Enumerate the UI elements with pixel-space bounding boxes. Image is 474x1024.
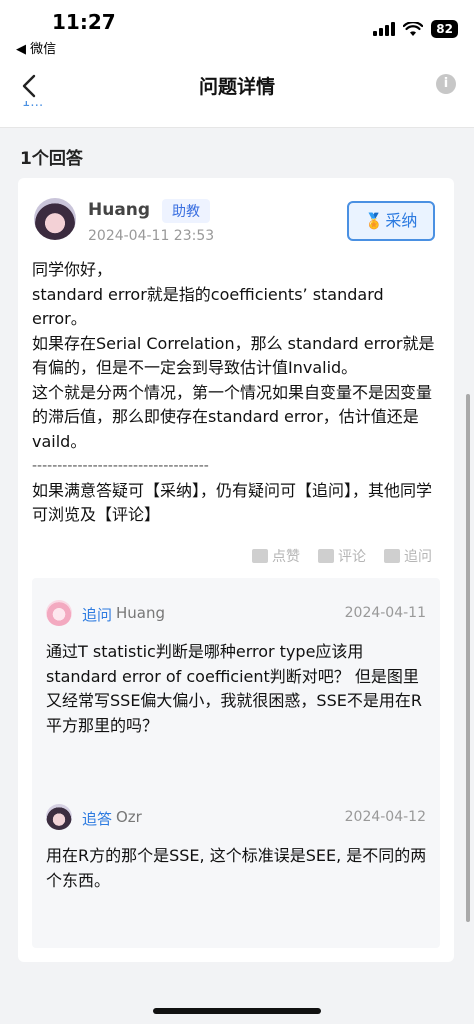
answer-card: Huang 助教 2024-04-11 23:53 🏅 采纳 同学你好， stan… xyxy=(18,178,454,962)
followup-button[interactable]: 追问 xyxy=(384,546,432,566)
avatar xyxy=(46,804,72,830)
comment-label: 评论 xyxy=(338,549,366,565)
answer-body: 同学你好， standard error就是指的coefficients’ st… xyxy=(32,258,442,528)
followup-author: Huang xyxy=(116,604,166,622)
role-badge: 助教 xyxy=(162,199,210,223)
accept-label: 采纳 xyxy=(385,211,418,230)
thumbs-up-icon xyxy=(252,549,268,563)
followup-text: 用在R方的那个是SSE, 这个标准误是SEE, 是不同的两个东西。 xyxy=(46,846,427,890)
followup-thread: 追问 Huang 2024-04-11 通过T statistic判断是哪种er… xyxy=(32,578,440,948)
followup-type: 追问 xyxy=(82,606,113,624)
scrollbar[interactable] xyxy=(466,394,470,922)
battery-indicator: 82 xyxy=(431,20,458,38)
answer-count: 1个回答 xyxy=(20,149,83,169)
scrolled-question-meta: 1… xyxy=(22,101,136,113)
followup-date: 2024-04-12 xyxy=(344,809,426,825)
answer-author[interactable]: Huang xyxy=(88,200,150,220)
medal-icon: 🏅 xyxy=(364,212,384,230)
home-indicator[interactable] xyxy=(153,1008,321,1014)
answer-paragraph: 这个就是分两个情况，第一个情况如果自变量不是因变量的滞后值，那么即使存在stan… xyxy=(32,382,433,451)
accept-answer-button[interactable]: 🏅 采纳 xyxy=(347,201,435,241)
answer-paragraph: standard error就是指的coefficients’ standard… xyxy=(32,284,389,329)
followup-label: 追问 xyxy=(404,549,432,565)
answer-paragraph: 如果满意答疑可【采纳】，仍有疑问可【追问】，其他同学可浏览及【评论】 xyxy=(32,480,433,525)
comment-icon xyxy=(318,549,334,563)
followup-icon xyxy=(384,549,400,563)
comment-button[interactable]: 评论 xyxy=(318,546,366,566)
status-bar: 11:27 ◀ 微信 82 xyxy=(0,0,474,60)
followup-date: 2024-04-11 xyxy=(344,605,426,621)
divider-line: ----------------------------------- xyxy=(32,458,209,474)
followup-author: Ozr xyxy=(116,808,142,826)
answer-actions: 点赞 评论 追问 xyxy=(252,546,432,566)
page-title: 问题详情 xyxy=(198,76,275,98)
clock: 11:27 xyxy=(52,10,116,34)
avatar xyxy=(34,198,76,240)
nav-bar: 问题详情 i 1… xyxy=(0,60,474,128)
back-to-wechat-link[interactable]: ◀ 微信 xyxy=(16,38,56,57)
like-button[interactable]: 点赞 xyxy=(252,546,300,566)
info-icon[interactable]: i xyxy=(436,74,456,94)
status-icons: 82 xyxy=(373,20,458,38)
answer-paragraph: 如果存在Serial Correlation，那么 standard error… xyxy=(32,333,435,378)
cellular-signal-icon xyxy=(373,22,396,36)
followup-text: 通过T statistic判断是哪种error type应该用 standard… xyxy=(46,642,422,735)
avatar xyxy=(46,600,72,626)
scrolled-question-text: 1… xyxy=(22,101,44,110)
wifi-icon xyxy=(403,21,424,36)
answer-paragraph: 同学你好， xyxy=(32,260,113,279)
followup-type: 追答 xyxy=(82,810,113,828)
answer-timestamp: 2024-04-11 23:53 xyxy=(88,228,215,244)
like-label: 点赞 xyxy=(272,549,300,565)
